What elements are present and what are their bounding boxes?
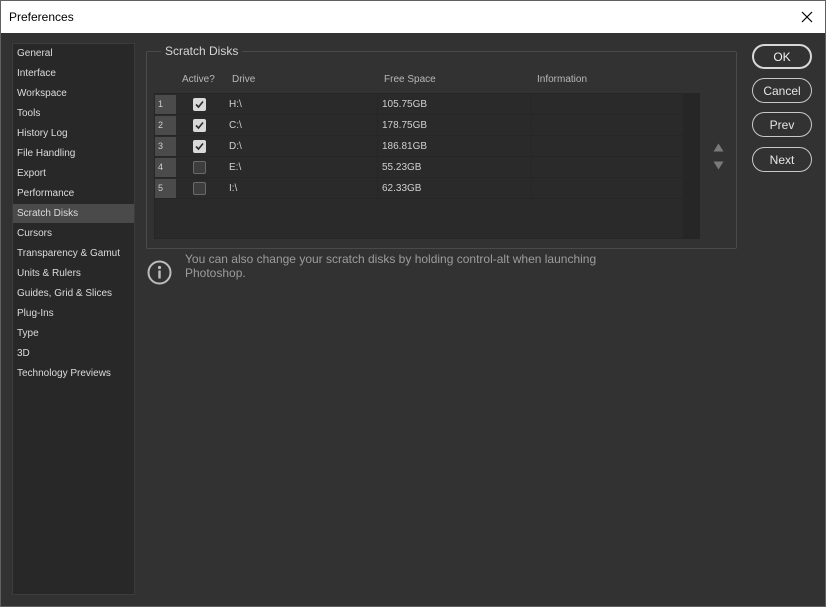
sidebar-item-plug-ins[interactable]: Plug-Ins (13, 304, 134, 323)
cancel-button[interactable]: Cancel (752, 78, 812, 103)
sidebar-item-general[interactable]: General (13, 44, 134, 63)
sidebar-item-scratch-disks[interactable]: Scratch Disks (13, 204, 134, 223)
close-button[interactable] (789, 1, 825, 33)
column-divider (531, 178, 532, 199)
active-checkbox[interactable] (193, 140, 206, 153)
drive-cell: C:\ (229, 120, 242, 131)
sidebar-item-units-rulers[interactable]: Units & Rulers (13, 264, 134, 283)
row-number: 4 (155, 158, 176, 177)
table-row[interactable]: 1 H:\ 105.75GB (155, 94, 683, 115)
column-divider (531, 136, 532, 157)
checkmark-icon (195, 100, 204, 109)
row-number: 2 (155, 116, 176, 135)
table-row[interactable]: 3 D:\ 186.81GB (155, 136, 683, 157)
column-divider (377, 157, 378, 178)
free-space-cell: 105.75GB (382, 99, 428, 110)
active-checkbox[interactable] (193, 182, 206, 195)
preferences-sidebar: General Interface Workspace Tools Histor… (12, 43, 135, 595)
column-divider (377, 115, 378, 136)
free-space-cell: 178.75GB (382, 120, 428, 131)
active-checkbox[interactable] (193, 161, 206, 174)
prev-button[interactable]: Prev (752, 112, 812, 137)
ok-button[interactable]: OK (752, 44, 812, 69)
column-divider (531, 157, 532, 178)
close-icon (801, 11, 813, 23)
move-down-button[interactable] (712, 159, 724, 171)
sidebar-item-file-handling[interactable]: File Handling (13, 144, 134, 163)
scratch-disks-group-label: Scratch Disks (161, 44, 243, 58)
free-space-cell: 55.23GB (382, 162, 422, 173)
sidebar-item-export[interactable]: Export (13, 164, 134, 183)
column-divider (377, 178, 378, 199)
sidebar-item-workspace[interactable]: Workspace (13, 84, 134, 103)
sidebar-item-tools[interactable]: Tools (13, 104, 134, 123)
drive-cell: D:\ (229, 141, 242, 152)
drive-cell: I:\ (229, 183, 238, 194)
row-number: 1 (155, 95, 176, 114)
column-divider (377, 94, 378, 115)
sidebar-item-cursors[interactable]: Cursors (13, 224, 134, 243)
move-up-button[interactable] (712, 141, 724, 153)
info-icon (147, 260, 172, 285)
next-button[interactable]: Next (752, 147, 812, 172)
column-header-active: Active? (182, 74, 215, 85)
title-bar: Preferences (1, 1, 825, 33)
sidebar-item-guides-grid-slices[interactable]: Guides, Grid & Slices (13, 284, 134, 303)
column-header-free-space: Free Space (384, 74, 436, 85)
free-space-cell: 186.81GB (382, 141, 428, 152)
arrow-up-icon (713, 143, 723, 151)
table-row[interactable]: 4 E:\ 55.23GB (155, 157, 683, 178)
free-space-cell: 62.33GB (382, 183, 422, 194)
active-checkbox[interactable] (193, 98, 206, 111)
checkmark-icon (195, 142, 204, 151)
active-checkbox[interactable] (193, 119, 206, 132)
row-number: 3 (155, 137, 176, 156)
table-scrollbar[interactable] (683, 94, 700, 238)
window-title: Preferences (9, 10, 74, 24)
table-row[interactable]: 5 I:\ 62.33GB (155, 178, 683, 199)
sidebar-item-technology-previews[interactable]: Technology Previews (13, 364, 134, 383)
scratch-disk-hint: You can also change your scratch disks b… (185, 252, 597, 280)
drive-cell: E:\ (229, 162, 242, 173)
sidebar-item-performance[interactable]: Performance (13, 184, 134, 203)
drive-cell: H:\ (229, 99, 242, 110)
checkmark-icon (195, 121, 204, 130)
column-header-drive: Drive (232, 74, 256, 85)
arrow-down-icon (713, 161, 723, 169)
sidebar-item-transparency-gamut[interactable]: Transparency & Gamut (13, 244, 134, 263)
column-divider (531, 115, 532, 136)
column-divider (377, 136, 378, 157)
sidebar-item-history-log[interactable]: History Log (13, 124, 134, 143)
row-number: 5 (155, 179, 176, 198)
column-header-information: Information (537, 74, 588, 85)
column-divider (531, 94, 532, 115)
table-row[interactable]: 2 C:\ 178.75GB (155, 115, 683, 136)
sidebar-item-type[interactable]: Type (13, 324, 134, 343)
sidebar-item-3d[interactable]: 3D (13, 344, 134, 363)
sidebar-item-interface[interactable]: Interface (13, 64, 134, 83)
preferences-window: Preferences General Interface Workspace … (0, 0, 826, 607)
